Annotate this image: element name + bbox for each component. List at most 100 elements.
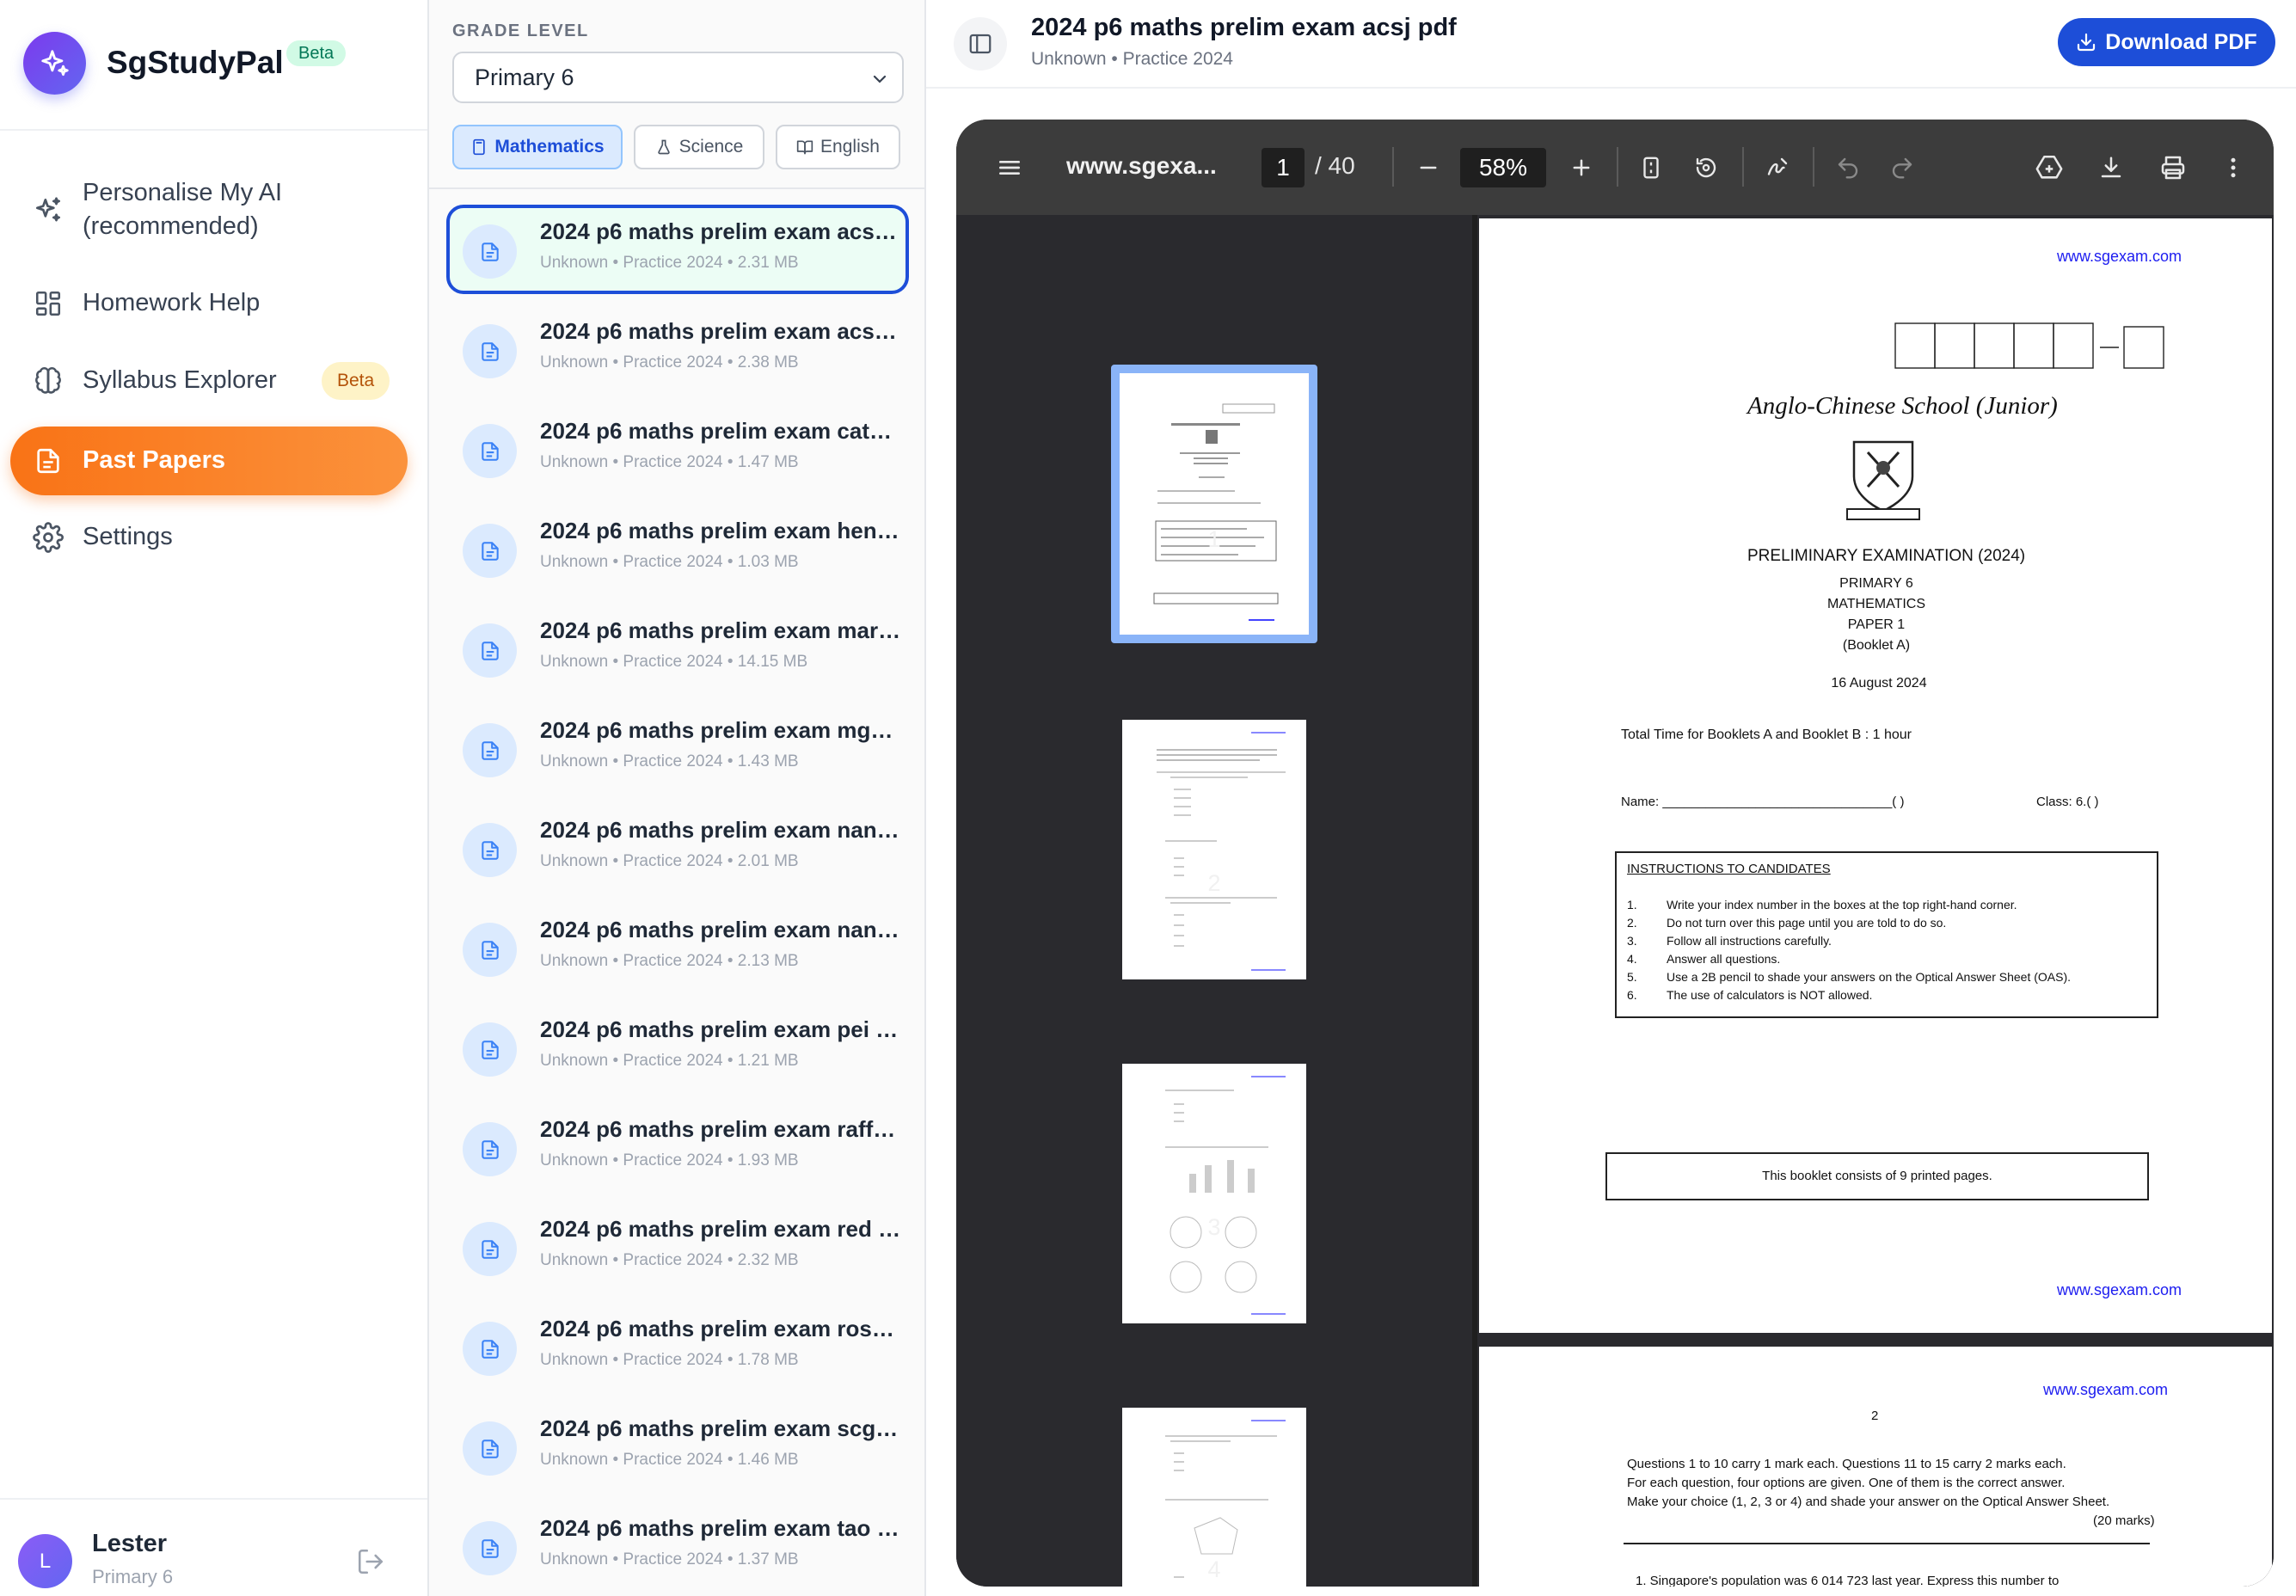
subject-tab-english[interactable]: English [776, 125, 900, 169]
paper-title: 2024 p6 maths prelim exam catholic high … [540, 418, 901, 444]
subject-tab-science[interactable]: Science [634, 125, 764, 169]
subject-tab-label: English [820, 137, 880, 157]
grade-level-value: Primary 6 [475, 64, 574, 90]
paper-list-item[interactable]: 2024 p6 maths prelim exam rosyth pdf Unkn… [446, 1302, 909, 1391]
page-watermark-link[interactable]: www.sgexam.com [2043, 1381, 2168, 1399]
fit-page-icon[interactable] [1634, 150, 1668, 185]
page2-marks: (20 marks) [2093, 1513, 2155, 1528]
pdf-toolbar: www.sgexa... 1 / 40 58% [956, 120, 2274, 215]
page-watermark-link[interactable]: www.sgexam.com [2057, 248, 2182, 266]
paper-list-item[interactable]: 2024 p6 maths prelim exam nan hua pdf Unk… [446, 803, 909, 893]
rotate-icon[interactable] [1689, 150, 1723, 185]
thumbnail-page-number: 1 [1207, 526, 1221, 552]
redo-icon[interactable] [1885, 150, 1919, 185]
avatar[interactable]: L [18, 1534, 72, 1588]
dashboard-grid-icon [31, 286, 65, 321]
nav-past-papers[interactable]: Past Papers [10, 427, 408, 495]
file-text-icon [463, 424, 517, 478]
page-total: / 40 [1315, 152, 1355, 179]
paper-meta: Unknown • Practice 2024 • 1.46 MB [540, 1451, 799, 1469]
exam-subject: MATHEMATICS [1826, 597, 1926, 611]
zoom-out-icon[interactable] [1411, 150, 1446, 185]
zoom-in-icon[interactable] [1564, 150, 1599, 185]
subject-tab-mathematics[interactable]: Mathematics [452, 125, 623, 169]
page-thumbnail-3[interactable] [1122, 1064, 1306, 1323]
grade-level-select[interactable]: Primary 6 [452, 52, 904, 103]
paper-list-item[interactable]: 2024 p6 maths prelim exam acs primary pd… [446, 304, 909, 394]
menu-icon[interactable] [992, 150, 1027, 185]
paper-list-item[interactable]: 2024 p6 maths prelim exam henry park pdf… [446, 504, 909, 593]
user-grade: Primary 6 [92, 1566, 174, 1587]
candidate-class-line: Class: 6.( ) [2036, 795, 2099, 809]
file-text-icon [463, 1521, 517, 1575]
page-thumbnail-2[interactable] [1122, 720, 1306, 979]
paper-list-item[interactable]: 2024 p6 maths prelim exam catholic high … [446, 404, 909, 494]
paper-meta: Unknown • Practice 2024 • 2.01 MB [540, 852, 799, 870]
logout-icon[interactable] [356, 1547, 385, 1576]
brain-icon [31, 364, 65, 398]
grade-level-label: GRADE LEVEL [452, 21, 589, 40]
paper-list-item[interactable]: 2024 p6 maths prelim exam acsj pdf Unknow… [446, 205, 909, 294]
thumbnail-page-number: 4 [1207, 1556, 1221, 1582]
undo-icon[interactable] [1831, 150, 1865, 185]
nav-settings-label: Settings [83, 523, 173, 550]
exam-booklet: (Booklet A) [1842, 638, 1911, 653]
save-to-drive-icon[interactable] [2032, 150, 2066, 185]
print-icon[interactable] [2156, 150, 2190, 185]
thumbnail-page-number: 2 [1207, 870, 1221, 896]
school-name: Anglo-Chinese School (Junior) [1747, 392, 2058, 420]
paper-list-item[interactable]: 2024 p6 maths prelim exam pei hwa pdf Unk… [446, 1003, 909, 1092]
file-text-icon [463, 923, 517, 977]
sparkles-icon [31, 193, 65, 228]
sidebar-toggle-button[interactable] [954, 17, 1007, 71]
paper-list-item[interactable]: 2024 p6 maths prelim exam scgs pdf Unknow… [446, 1402, 909, 1491]
index-number-boxes [1894, 322, 2169, 371]
paper-list-item[interactable]: 2024 p6 maths prelim exam red swastika p… [446, 1202, 909, 1292]
chevron-down-icon [869, 69, 890, 89]
file-text-icon [463, 623, 517, 678]
paper-list-item[interactable]: 2024 p6 maths prelim exam raffles girls … [446, 1102, 909, 1192]
zoom-level[interactable]: 58% [1460, 148, 1546, 187]
instruction-number: 1. [1627, 898, 1637, 912]
paper-list-item[interactable]: 2024 p6 maths prelim exam mgs pdf Unknown… [446, 703, 909, 793]
booklet-note-box: This booklet consists of 9 printed pages… [1605, 1152, 2149, 1200]
more-options-icon[interactable] [2216, 150, 2250, 185]
instruction-number: 5. [1627, 970, 1637, 984]
paper-title: 2024 p6 maths prelim exam henry park pdf [540, 518, 901, 543]
paper-list-panel: GRADE LEVEL Primary 6 Mathematics Scienc… [429, 0, 926, 1596]
nav-personalise-ai[interactable]: Personalise My AI (recommended) [10, 172, 408, 249]
paper-title: 2024 p6 maths prelim exam pei hwa pdf [540, 1016, 901, 1042]
paper-title: 2024 p6 maths prelim exam red swastika p… [540, 1216, 901, 1242]
brand-name: SgStudyPal [107, 45, 284, 80]
download-pdf-button[interactable]: Download PDF [2058, 18, 2275, 66]
page-watermark-link[interactable]: www.sgexam.com [2057, 1281, 2182, 1299]
download-icon[interactable] [2094, 150, 2128, 185]
annotate-pen-icon[interactable] [1760, 150, 1795, 185]
user-name: Lester [92, 1530, 168, 1557]
exam-date: 16 August 2024 [1831, 676, 1927, 691]
toolbar-divider [1392, 147, 1394, 187]
nav-homework-help[interactable]: Homework Help [10, 282, 408, 325]
flask-icon [655, 138, 672, 156]
paper-list-item[interactable]: 2024 p6 maths prelim exam nanyang pdf Unk… [446, 903, 909, 992]
nav-settings[interactable]: Settings [10, 516, 408, 559]
instructions-box: INSTRUCTIONS TO CANDIDATES 1. Write your … [1615, 851, 2158, 1018]
file-text-icon [463, 1022, 517, 1077]
instruction-number: 4. [1627, 952, 1637, 966]
paper-list-item[interactable]: 2024 p6 maths prelim exam maris stella p… [446, 604, 909, 693]
booklet-note: This booklet consists of 9 printed pages… [1762, 1169, 1992, 1183]
nav-syllabus-explorer[interactable]: Syllabus Explorer Beta [10, 359, 408, 402]
page-number-input[interactable]: 1 [1262, 148, 1305, 187]
paper-title: 2024 p6 maths prelim exam raffles girls … [540, 1116, 901, 1142]
pdf-page-2: www.sgexam.com 2 Questions 1 to 10 carry… [1479, 1347, 2272, 1587]
paper-title: 2024 p6 maths prelim exam nan hua pdf [540, 817, 901, 843]
paper-list-item[interactable]: 2024 p6 maths prelim exam tao nan pdf Unk… [446, 1501, 909, 1591]
page-thumbnail-1[interactable] [1111, 365, 1317, 643]
file-text-icon [463, 723, 517, 777]
nav-past-papers-label: Past Papers [83, 446, 226, 474]
sparkle-logo-icon[interactable] [23, 32, 86, 95]
candidate-name-line: Name: ________________________________( … [1621, 795, 1905, 809]
paper-title: 2024 p6 maths prelim exam rosyth pdf [540, 1316, 901, 1341]
paper-meta: Unknown • Practice 2024 • 2.31 MB [540, 254, 799, 272]
pdf-viewer-pane: 2024 p6 maths prelim exam acsj pdf Unkno… [926, 0, 2296, 1596]
